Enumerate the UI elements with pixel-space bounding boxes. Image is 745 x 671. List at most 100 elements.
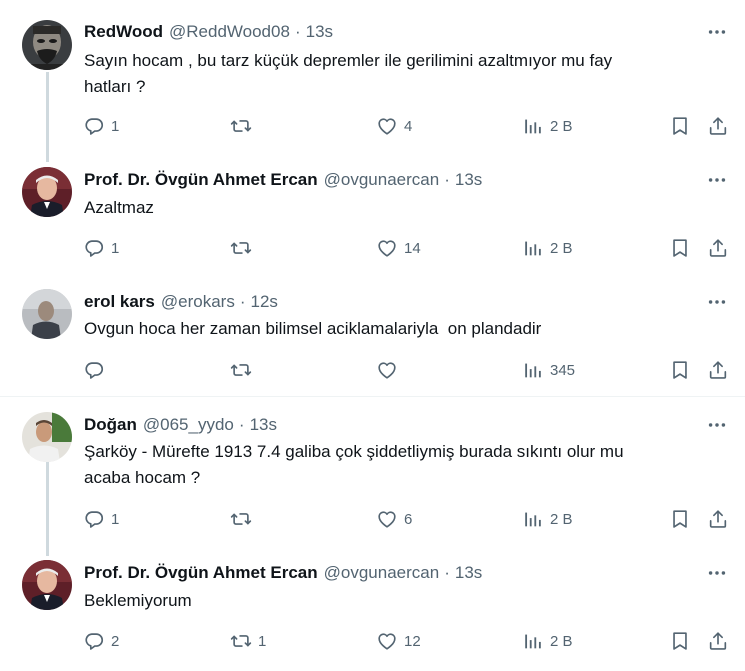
views-button[interactable]: 2 B — [522, 112, 573, 140]
retweet-count: 1 — [258, 632, 267, 650]
like-button[interactable] — [376, 356, 404, 384]
view-count: 2 B — [550, 632, 573, 650]
separator-dot: · — [444, 563, 450, 582]
retweet-button[interactable] — [230, 356, 258, 384]
separator-dot: · — [238, 415, 245, 434]
bookmark-icon — [669, 237, 691, 259]
reply-icon — [83, 630, 105, 652]
reply-count: 2 — [111, 632, 120, 650]
share-button[interactable] — [707, 627, 729, 655]
user-handle[interactable]: @065_yydo — [143, 415, 234, 435]
like-button[interactable]: 4 — [376, 112, 412, 140]
reply-dogan[interactable]: Doğan @065_yydo · 13s Şarköy - Mürefte 1… — [0, 397, 745, 556]
timestamp[interactable]: 13s — [250, 415, 277, 435]
reply-button[interactable]: 1 — [83, 505, 119, 533]
like-icon — [376, 630, 398, 652]
more-icon[interactable] — [706, 22, 728, 42]
reply-button[interactable]: 1 — [83, 112, 119, 140]
bookmark-button[interactable] — [669, 627, 691, 655]
retweet-button[interactable] — [230, 112, 258, 140]
reply-count: 1 — [111, 239, 120, 257]
more-icon[interactable] — [706, 170, 728, 190]
user-handle[interactable]: @erokars — [161, 292, 235, 312]
like-button[interactable]: 6 — [376, 505, 412, 533]
user-handle[interactable]: @ovgunaercan — [324, 563, 440, 583]
share-button[interactable] — [707, 112, 729, 140]
share-button[interactable] — [707, 505, 729, 533]
retweet-button[interactable]: 1 — [230, 627, 266, 655]
like-button[interactable]: 14 — [376, 234, 421, 262]
views-icon — [522, 115, 544, 137]
reply-icon — [83, 115, 105, 137]
views-icon — [522, 237, 544, 259]
like-icon — [376, 115, 398, 137]
retweet-button[interactable] — [230, 505, 258, 533]
like-count: 4 — [404, 117, 413, 135]
reply-redwood[interactable]: RedWood @ReddWood08 · 13s Sayın hocam , … — [0, 0, 745, 162]
bookmark-icon — [669, 630, 691, 652]
like-count: 6 — [404, 510, 413, 528]
retweet-icon — [230, 508, 252, 530]
display-name[interactable]: erol kars — [84, 292, 155, 312]
bookmark-button[interactable] — [669, 234, 691, 262]
avatar[interactable] — [22, 412, 72, 462]
tweet-text: Azaltmaz — [84, 198, 154, 217]
reply-ercan-1[interactable]: Prof. Dr. Övgün Ahmet Ercan @ovgunaercan… — [0, 160, 745, 274]
separator-dot: · — [294, 22, 301, 41]
view-count: 2 B — [550, 117, 573, 135]
bookmark-button[interactable] — [669, 356, 691, 384]
tweet-header: RedWood @ReddWood08 · 13s — [84, 20, 333, 44]
bookmark-button[interactable] — [669, 505, 691, 533]
bookmark-button[interactable] — [669, 112, 691, 140]
avatar[interactable] — [22, 560, 72, 610]
reply-erol-kars[interactable]: erol kars @erokars · 12s Ovgun hoca her … — [0, 274, 745, 397]
more-icon[interactable] — [706, 292, 728, 312]
timestamp[interactable]: 13s — [455, 563, 482, 583]
display-name[interactable]: Prof. Dr. Övgün Ahmet Ercan — [84, 563, 318, 583]
reply-count: 1 — [111, 117, 120, 135]
like-count: 14 — [404, 239, 421, 257]
avatar[interactable] — [22, 167, 72, 217]
views-button[interactable]: 2 B — [522, 627, 573, 655]
share-button[interactable] — [707, 356, 729, 384]
display-name[interactable]: Prof. Dr. Övgün Ahmet Ercan — [84, 170, 318, 190]
share-icon — [707, 237, 729, 259]
timestamp[interactable]: 13s — [455, 170, 482, 190]
views-button[interactable]: 2 B — [522, 505, 573, 533]
view-count: 2 B — [550, 239, 573, 257]
reply-count: 1 — [111, 510, 120, 528]
reply-icon — [83, 508, 105, 530]
user-handle[interactable]: @ovgunaercan — [324, 170, 440, 190]
more-icon[interactable] — [706, 563, 728, 583]
like-icon — [376, 508, 398, 530]
timestamp[interactable]: 13s — [306, 22, 333, 42]
share-button[interactable] — [707, 234, 729, 262]
like-icon — [376, 359, 398, 381]
reply-button[interactable] — [83, 356, 111, 384]
user-handle[interactable]: @ReddWood08 — [169, 22, 290, 42]
display-name[interactable]: RedWood — [84, 22, 163, 42]
timestamp[interactable]: 12s — [251, 292, 278, 312]
reply-icon — [83, 237, 105, 259]
like-icon — [376, 237, 398, 259]
reply-button[interactable]: 1 — [83, 234, 119, 262]
share-icon — [707, 115, 729, 137]
tweet-actions: 2 1 12 2 B — [0, 627, 745, 655]
avatar[interactable] — [22, 289, 72, 339]
views-button[interactable]: 2 B — [522, 234, 573, 262]
view-count: 2 B — [550, 510, 573, 528]
tweet-text: Ovgun hoca her zaman bilimsel aciklamala… — [84, 319, 542, 338]
like-button[interactable]: 12 — [376, 627, 421, 655]
retweet-icon — [230, 237, 252, 259]
avatar[interactable] — [22, 20, 72, 70]
views-icon — [522, 508, 544, 530]
views-button[interactable]: 345 — [522, 356, 575, 384]
retweet-button[interactable] — [230, 234, 258, 262]
share-icon — [707, 508, 729, 530]
reply-button[interactable]: 2 — [83, 627, 119, 655]
display-name[interactable]: Doğan — [84, 415, 137, 435]
tweet-text: Şarköy - Mürefte 1913 7.4 galiba çok şid… — [84, 442, 624, 487]
bookmark-icon — [669, 115, 691, 137]
reply-ercan-2[interactable]: Prof. Dr. Övgün Ahmet Ercan @ovgunaercan… — [0, 552, 745, 671]
more-icon[interactable] — [706, 415, 728, 435]
